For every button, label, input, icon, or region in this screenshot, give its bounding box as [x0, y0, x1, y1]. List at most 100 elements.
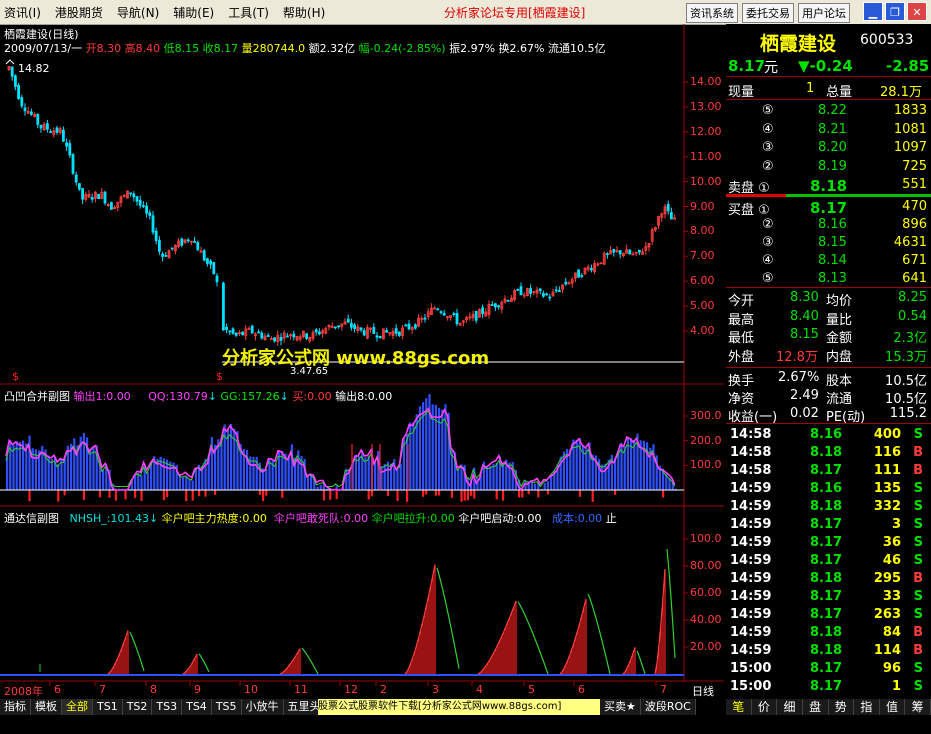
minimize-icon[interactable]: ▁: [863, 2, 883, 21]
panel-tab-1[interactable]: 价: [752, 699, 778, 715]
candle-body: [49, 131, 52, 133]
stat-label: 金额: [826, 331, 853, 346]
panel-tab-5[interactable]: 指: [854, 699, 880, 715]
sub1-tick-label: 100.0: [690, 458, 722, 472]
sub1-neg-bar: [191, 490, 194, 501]
sell-row[interactable]: ④ 8.21 1081: [726, 121, 931, 139]
tick-row: 14:59 8.17 3 S: [726, 516, 931, 534]
tab-buysell[interactable]: 买卖★: [600, 699, 641, 715]
period-label[interactable]: 日线: [692, 683, 714, 699]
info-system-button[interactable]: 资讯系统: [686, 3, 738, 23]
sell-row[interactable]: ③ 8.20 1097: [726, 139, 931, 157]
tab-2[interactable]: 全部: [62, 699, 93, 715]
buy-row[interactable]: ④ 8.14 671: [726, 252, 931, 270]
date-month-label: 12: [344, 683, 358, 696]
panel-tab-3[interactable]: 盘: [803, 699, 829, 715]
menu-tools[interactable]: 工具(T): [228, 4, 269, 21]
sub1-bar: [396, 467, 399, 490]
sub1-bar: [524, 480, 527, 490]
candle-body: [55, 127, 59, 133]
buy-row[interactable]: ③ 8.15 4631: [726, 234, 931, 252]
tab-5[interactable]: TS3: [152, 699, 183, 715]
menu-help[interactable]: 帮助(H): [283, 4, 325, 21]
menu-info[interactable]: 资讯(I): [4, 4, 41, 21]
tab-7[interactable]: TS5: [212, 699, 242, 715]
sub1-neg-bar: [82, 490, 85, 500]
trade-button[interactable]: 委托交易: [742, 3, 794, 23]
tab-0[interactable]: 指标: [0, 699, 31, 715]
candle-body: [266, 335, 270, 337]
sub1-qq-arrow-icon: ↓: [207, 390, 217, 403]
buy-price: 8.17: [810, 199, 848, 217]
sell-row[interactable]: ⑤ 8.22 1833: [726, 102, 931, 120]
sub1-bar: [546, 481, 549, 490]
cur-vol: 1: [806, 81, 815, 96]
sell-volume: 1097: [893, 140, 927, 155]
panel-tab-7[interactable]: 筹: [905, 699, 931, 715]
tab-1[interactable]: 模板: [31, 699, 62, 715]
menu-items: 资讯(I) 港股期货 导航(N) 辅助(E) 工具(T) 帮助(H): [4, 4, 325, 21]
sub1-bar: [230, 423, 233, 490]
candle-body: [305, 333, 309, 339]
maximize-icon[interactable]: ❐: [885, 2, 905, 21]
panel-tab-6[interactable]: 值: [880, 699, 906, 715]
sub1-neg-bar: [108, 490, 111, 498]
sub2-heat: 伞户吧主力热度:0.00: [161, 512, 267, 525]
info-amount: 额2.32亿: [308, 42, 356, 55]
candle-body: [606, 253, 609, 256]
tick-row: 14:59 8.18 114 B: [726, 642, 931, 660]
ad-banner[interactable]: 股票公式股票软件下载[分析家公式网www.88gs.com]: [318, 699, 600, 715]
sub2-arrow-icon: ↓: [148, 512, 159, 525]
candle-body: [519, 286, 523, 296]
tab-4[interactable]: TS2: [123, 699, 153, 715]
candle-body: [314, 329, 318, 333]
sub1-bar: [57, 464, 60, 490]
candle-body: [558, 290, 561, 292]
sub1-neg-bar: [162, 490, 165, 501]
panel-tab-0[interactable]: 笔: [726, 699, 752, 715]
tab-3[interactable]: TS1: [93, 699, 123, 715]
sell-volume: 1833: [893, 103, 927, 118]
candle-body: [260, 332, 264, 339]
price-tick-label: 14.00: [690, 75, 722, 88]
tab-6[interactable]: TS4: [182, 699, 212, 715]
candle-body: [337, 325, 341, 328]
tick-side: S: [913, 679, 923, 694]
tick-time: 14:59: [730, 589, 772, 604]
sub1-neg-bar: [502, 490, 505, 501]
tab-roc[interactable]: 波段ROC: [641, 699, 696, 715]
candle-body: [436, 308, 440, 311]
buy-row[interactable]: ⑤ 8.13 641: [726, 270, 931, 288]
candle-body: [564, 281, 568, 285]
stat-value: 2.67%: [778, 370, 820, 385]
candle-body: [538, 288, 542, 292]
candle-body: [590, 268, 593, 271]
price-pct: -2.85: [886, 57, 930, 75]
panel-tab-4[interactable]: 势: [829, 699, 855, 715]
sell-row[interactable]: ② 8.19 725: [726, 158, 931, 176]
menu-hk-futures[interactable]: 港股期货: [55, 4, 103, 21]
sub1-neg-bar: [367, 490, 370, 500]
menu-navigate[interactable]: 导航(N): [117, 4, 159, 21]
forum-button[interactable]: 用户论坛: [798, 3, 850, 23]
cur-vol-label: 现量: [728, 85, 755, 100]
buy-price: 8.15: [818, 235, 847, 250]
sell-row[interactable]: 卖盘 ① 8.18 551: [726, 176, 931, 196]
close-icon[interactable]: ✕: [907, 2, 927, 21]
total-vol: 28.1万: [880, 85, 922, 100]
menu-assist[interactable]: 辅助(E): [173, 4, 214, 21]
buy-price: 8.14: [818, 253, 847, 268]
dollar-marker-2: $: [216, 370, 223, 383]
tick-volume: 114: [873, 643, 901, 658]
panel-tab-2[interactable]: 细: [777, 699, 803, 715]
info-amplitude: 振2.97%: [449, 42, 496, 55]
tick-volume: 135: [873, 481, 901, 496]
candle-body: [81, 188, 84, 200]
tab-8[interactable]: 小放牛: [242, 699, 284, 715]
sell-volume: 1081: [893, 121, 927, 137]
buy-row[interactable]: 买盘 ① 8.17 470: [726, 198, 931, 218]
info-change: 幅-0.24(-2.85%): [358, 42, 446, 55]
chart-area[interactable]: $ $ 栖霞建设(日线) 2009/07/13/一 开8.30 高8.40 低8.…: [0, 24, 724, 700]
sub1-neg-bar: [460, 490, 463, 502]
buy-row[interactable]: ② 8.16 896: [726, 216, 931, 234]
